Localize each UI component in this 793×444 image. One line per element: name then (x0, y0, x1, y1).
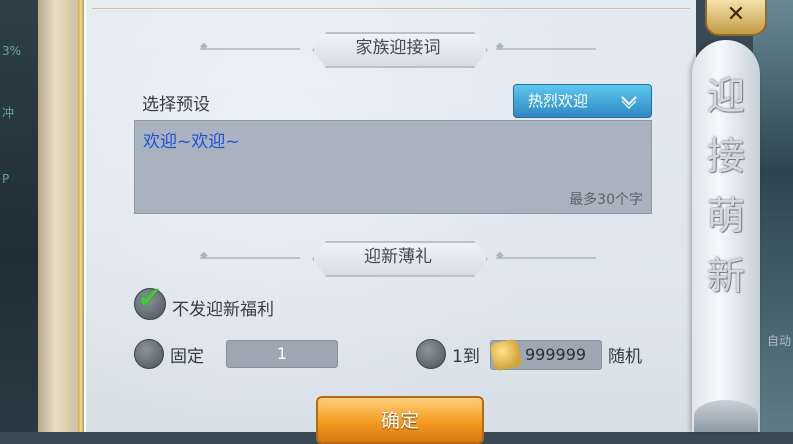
title-ornament-right (496, 41, 596, 52)
section-title-text: 家族迎接词 (355, 38, 441, 58)
preset-label: 选择预设 (142, 95, 210, 115)
scroll-title-char: 迎 (706, 74, 745, 118)
random-max-value: 999999 (525, 345, 587, 364)
preset-dropdown-value: 热烈欢迎 (528, 92, 589, 110)
title-ornament-left (200, 41, 300, 52)
random-amount-radio[interactable] (416, 339, 446, 369)
welcome-section-title: 家族迎接词 (312, 32, 488, 68)
checkmark-icon: ✔ (137, 281, 163, 316)
welcome-message-input[interactable]: 欢迎~欢迎~ 最多30个字 (134, 120, 652, 214)
side-scroll: 迎 接 萌 新 (692, 40, 760, 432)
title-ornament-left (200, 250, 300, 261)
random-label: 随机 (608, 347, 642, 367)
fixed-amount-input[interactable]: 1 (226, 340, 338, 368)
character-limit-hint: 最多30个字 (569, 192, 643, 208)
section-title-text: 迎新薄礼 (364, 247, 432, 267)
preset-dropdown[interactable]: 热烈欢迎 (513, 84, 652, 118)
scroll-title-char: 萌 (706, 194, 745, 238)
random-max-input[interactable]: 999999 (489, 338, 602, 372)
close-icon: ✕ (726, 2, 746, 27)
fixed-amount-label: 固定 (170, 347, 204, 367)
no-welfare-checkbox[interactable]: ✔ (134, 281, 166, 320)
confirm-button[interactable]: 确定 (316, 396, 484, 444)
fixed-amount-radio[interactable] (134, 339, 164, 369)
gift-section-title: 迎新薄礼 (312, 241, 488, 277)
close-button[interactable]: ✕ (705, 0, 767, 36)
background-fragment: P (2, 172, 10, 186)
range-start-label: 1到 (452, 347, 480, 367)
background-fragment: 自动 (766, 334, 791, 348)
scroll-title-char: 接 (706, 134, 745, 178)
no-welfare-label: 不发迎新福利 (172, 300, 274, 320)
scroll-title: 迎 接 萌 新 (692, 66, 760, 306)
title-ornament-right (496, 250, 596, 261)
background-fragment: 冲 (2, 106, 15, 120)
background-left-strip: 3% 冲 P (0, 0, 40, 432)
gold-ingot-icon (489, 338, 523, 372)
scroll-roll-end (694, 400, 758, 432)
dialog-left-frame (38, 0, 82, 432)
welcome-message-text: 欢迎~欢迎~ (143, 132, 240, 152)
background-fragment: 3% (2, 44, 22, 58)
scroll-title-char: 新 (706, 254, 745, 298)
